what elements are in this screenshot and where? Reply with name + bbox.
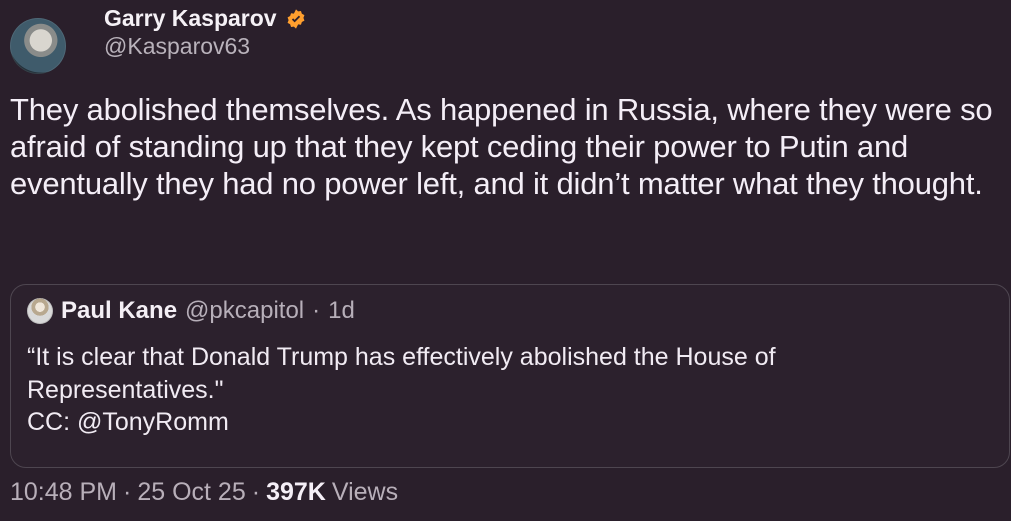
tweet-timestamp[interactable]: 10:48 PM [10, 480, 117, 505]
tweet-text: They abolished themselves. As happened i… [10, 92, 993, 201]
author-meta: Garry Kasparov @Kasparov63 [104, 5, 307, 60]
quoted-author-name[interactable]: Paul Kane [61, 299, 177, 323]
quoted-separator: · [312, 297, 321, 324]
tweet-card: Garry Kasparov @Kasparov63 They abolishe… [0, 0, 1011, 521]
quoted-line-3: CC: @TonyRomm [27, 408, 229, 436]
quoted-author-avatar[interactable] [27, 298, 53, 324]
views-label: Views [331, 478, 399, 506]
author-display-name[interactable]: Garry Kasparov [104, 5, 277, 31]
quoted-tweet-text: “It is clear that Donald Trump has effec… [27, 341, 992, 439]
quoted-tweet-card[interactable]: Paul Kane @pkcapitol · 1d “It is clear t… [10, 284, 1010, 468]
tweet-meta-row: 10:48 PM · 25 Oct 25 · 397K Views [10, 480, 398, 505]
quoted-line-2: Representatives." [27, 375, 224, 404]
meta-separator-1: · [123, 478, 132, 506]
verified-badge-icon [285, 8, 307, 30]
author-avatar[interactable] [10, 18, 66, 74]
author-line: Garry Kasparov [104, 5, 307, 31]
quoted-line-1: “It is clear that Donald Trump has effec… [27, 343, 776, 371]
author-row: Garry Kasparov @Kasparov63 [10, 5, 307, 74]
views-count: 397K [266, 478, 326, 506]
author-handle[interactable]: @Kasparov63 [104, 33, 307, 59]
quoted-author-handle[interactable]: @pkcapitol [185, 299, 304, 323]
quoted-time[interactable]: 1d [328, 299, 355, 323]
quoted-tweet-header: Paul Kane @pkcapitol · 1d [27, 298, 355, 324]
meta-separator-2: · [251, 478, 261, 506]
tweet-date[interactable]: 25 Oct 25 [137, 480, 245, 505]
